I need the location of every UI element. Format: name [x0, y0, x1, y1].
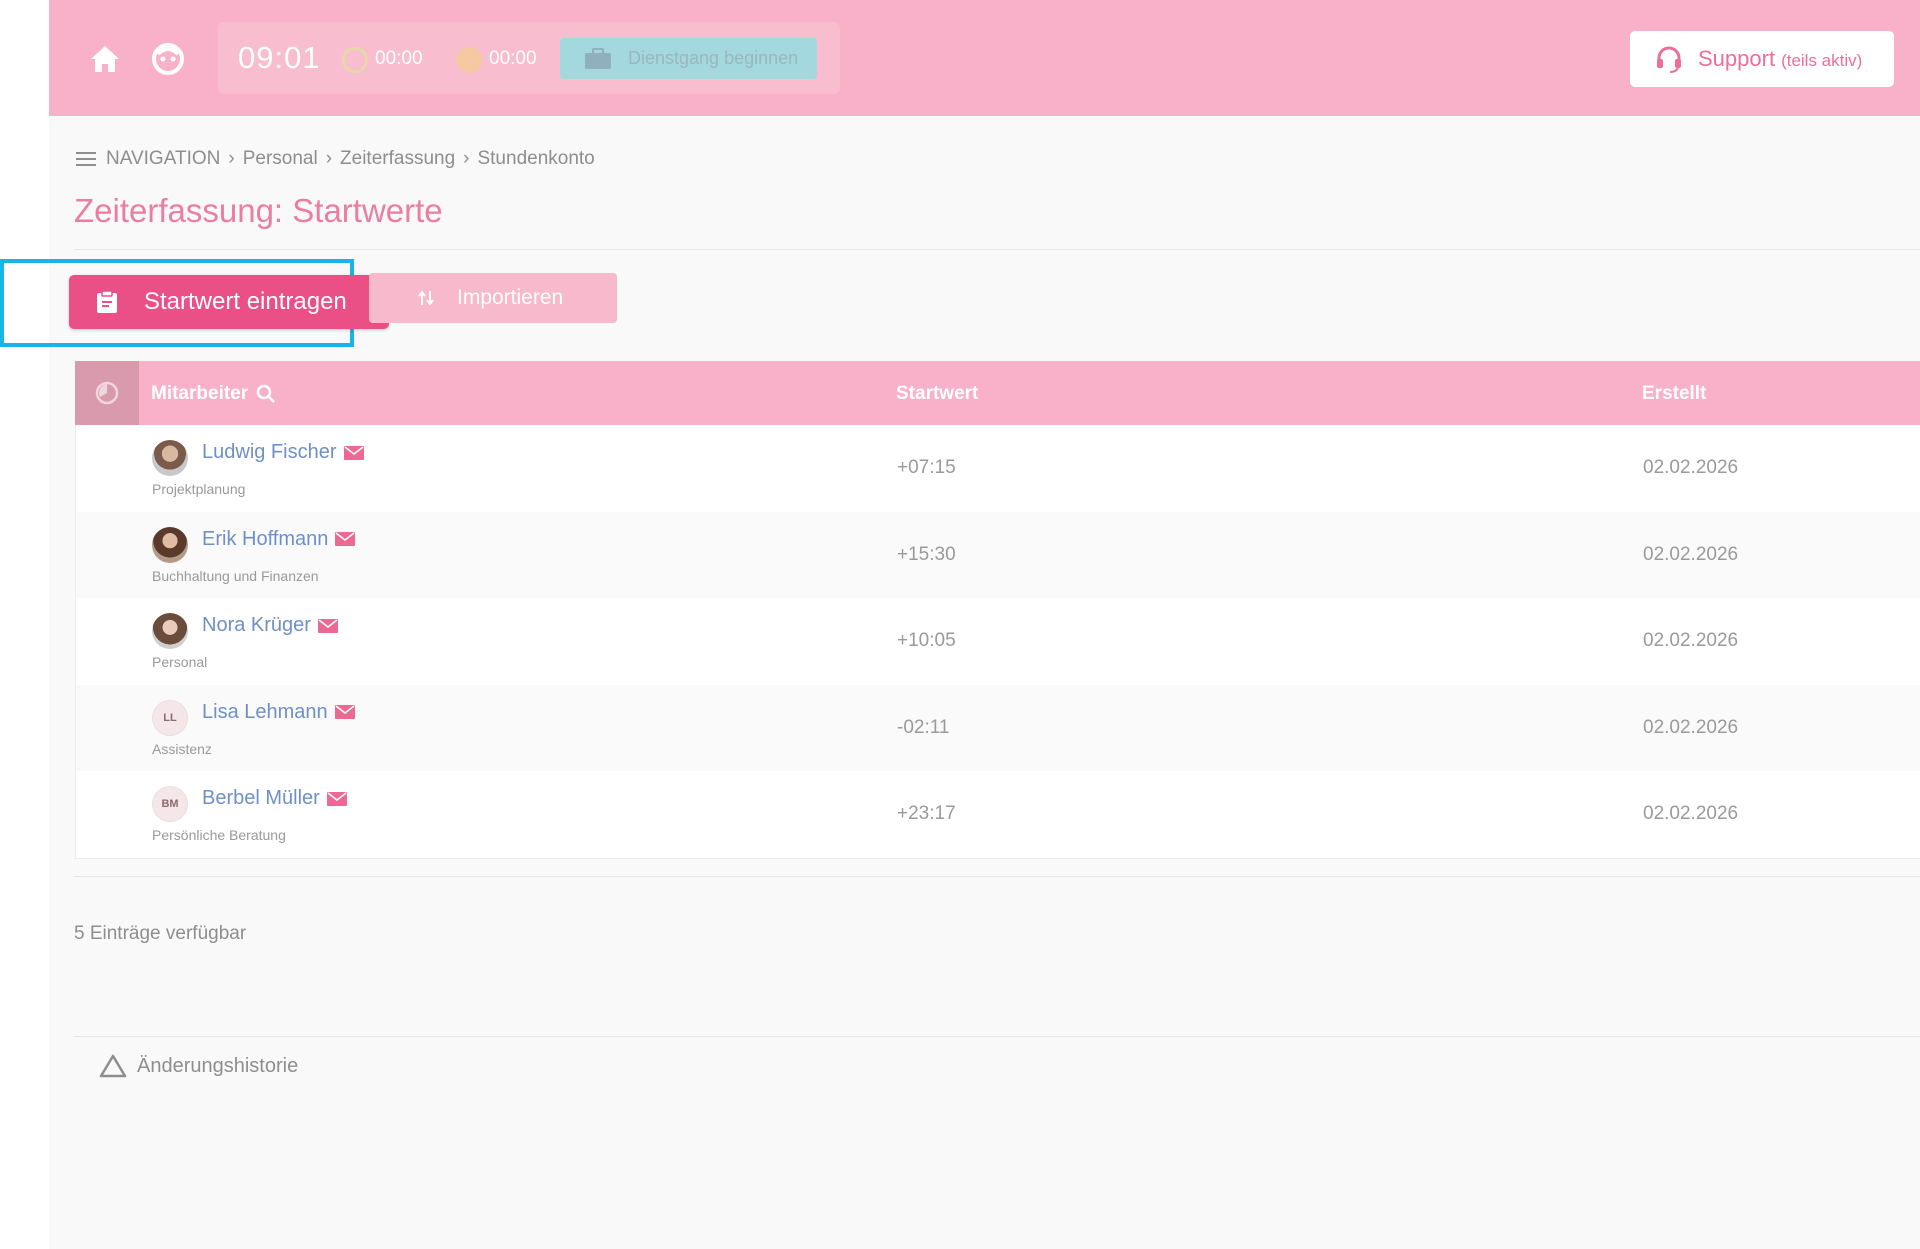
swap-arrows-icon — [418, 290, 434, 306]
avatar — [152, 613, 188, 650]
table-body: Ludwig Fischer Projektplanung +07:15 02.… — [75, 425, 1920, 859]
employee-name: Nora Krüger — [202, 614, 311, 637]
breadcrumb-item-stundenkonto[interactable]: Stundenkonto — [477, 148, 594, 170]
column-header-mitarbeiter-label: Mitarbeiter — [151, 383, 249, 404]
history-label: Änderungshistorie — [137, 1054, 299, 1077]
import-button[interactable]: Importieren — [369, 273, 617, 323]
avatar — [152, 440, 188, 476]
startwert-value: +23:17 — [897, 803, 956, 825]
page-title: Zeiterfassung: Startwerte — [74, 192, 443, 229]
history-toggle[interactable]: Änderungshistorie — [99, 1054, 298, 1078]
mail-icon[interactable] — [334, 705, 355, 720]
column-header-mitarbeiter[interactable]: Mitarbeiter — [151, 383, 276, 405]
column-header-startwert[interactable]: Startwert — [896, 383, 978, 405]
created-date: 02.02.2026 — [1643, 457, 1739, 478]
add-startwert-label: Startwert eintragen — [144, 288, 347, 315]
startwert-value: +15:30 — [897, 543, 956, 565]
created-date: 02.02.2026 — [1643, 630, 1739, 652]
mail-icon[interactable] — [343, 445, 364, 460]
avatar: LL — [152, 699, 188, 736]
work-timer-icon — [342, 47, 368, 73]
divider — [74, 876, 1920, 877]
mail-icon[interactable] — [335, 532, 356, 547]
table-row: Nora Krüger Personal +10:05 02.02.2026 — [76, 598, 1920, 685]
employee-name-link[interactable]: Lisa Lehmann — [202, 701, 355, 724]
startwert-value: +10:05 — [897, 630, 956, 652]
chevron-right-icon: › — [463, 148, 470, 169]
created-date: 02.02.2026 — [1643, 716, 1739, 738]
import-label: Importieren — [457, 286, 564, 309]
support-button[interactable]: Support (teils aktiv) — [1630, 31, 1894, 87]
employee-department: Persönliche Beratung — [152, 827, 286, 844]
headset-icon — [1657, 46, 1681, 73]
add-startwert-button[interactable]: Startwert eintragen — [69, 275, 389, 329]
break-timer-icon — [456, 47, 482, 73]
startwerte-table: Mitarbeiter Startwert Erstellt Ludwig Fi… — [75, 361, 1920, 859]
triangle-icon — [99, 1054, 127, 1078]
entries-count: 5 Einträge verfügbar — [74, 923, 247, 944]
mail-icon[interactable] — [317, 618, 338, 633]
clipboard-icon — [97, 290, 117, 313]
break-timer: 00:00 — [489, 48, 537, 69]
employee-name: Lisa Lehmann — [202, 700, 328, 723]
divider — [74, 1036, 1920, 1037]
top-bar: 09:01 00:00 00:00 Dienstgang beginnen Su… — [49, 0, 1920, 116]
employee-name: Ludwig Fischer — [202, 441, 337, 463]
avatar — [152, 526, 188, 563]
breadcrumb-item-personal[interactable]: Personal — [243, 148, 318, 170]
table-row: Ludwig Fischer Projektplanung +07:15 02.… — [76, 425, 1920, 512]
created-date: 02.02.2026 — [1643, 543, 1739, 565]
employee-name-link[interactable]: Berbel Müller — [202, 787, 347, 810]
employee-name-link[interactable]: Erik Hoffmann — [202, 527, 356, 551]
time-tracking-box: 09:01 00:00 00:00 Dienstgang beginnen — [218, 22, 840, 94]
table-row: Erik Hoffmann Buchhaltung und Finanzen +… — [76, 511, 1920, 599]
employee-department: Buchhaltung und Finanzen — [152, 567, 319, 584]
startwert-value: +07:15 — [897, 457, 956, 478]
employee-department: Assistenz — [152, 740, 212, 757]
breadcrumb-item-navigation[interactable]: NAVIGATION — [106, 148, 220, 170]
table-row: BM Berbel Müller Persönliche Beratung +2… — [76, 771, 1920, 858]
employee-name: Berbel Müller — [202, 787, 320, 810]
mail-icon[interactable] — [326, 791, 347, 806]
created-date: 02.02.2026 — [1643, 803, 1739, 825]
divider — [74, 249, 1920, 250]
table-header: Mitarbeiter Startwert Erstellt — [75, 361, 1920, 425]
current-time: 09:01 — [238, 40, 321, 75]
employee-department: Projektplanung — [152, 481, 246, 497]
home-icon[interactable] — [87, 41, 123, 77]
employee-name-link[interactable]: Ludwig Fischer — [202, 441, 364, 464]
chevron-right-icon: › — [325, 148, 333, 169]
employee-name-link[interactable]: Nora Krüger — [202, 614, 338, 637]
support-status: (teils aktiv) — [1781, 50, 1863, 70]
support-label: Support — [1698, 46, 1776, 71]
briefcase-icon — [585, 47, 611, 69]
search-icon[interactable] — [256, 384, 276, 404]
employee-name: Erik Hoffmann — [202, 527, 329, 550]
table-row: LL Lisa Lehmann Assistenz -02:11 02.02.2… — [76, 684, 1920, 772]
breadcrumb: NAVIGATION › Personal › Zeiterfassung › … — [76, 148, 595, 170]
employee-department: Personal — [152, 654, 208, 671]
work-timer: 00:00 — [375, 48, 423, 69]
avatar: BM — [152, 786, 188, 823]
startwert-value: -02:11 — [897, 716, 950, 738]
dienstgang-button[interactable]: Dienstgang beginnen — [560, 38, 817, 79]
breadcrumb-item-zeiterfassung[interactable]: Zeiterfassung — [340, 148, 455, 170]
chevron-right-icon: › — [228, 148, 235, 169]
column-header-erstellt[interactable]: Erstellt — [1642, 383, 1706, 405]
dienstgang-label: Dienstgang beginnen — [628, 48, 799, 68]
menu-icon[interactable] — [76, 151, 98, 167]
face-icon[interactable] — [150, 41, 186, 77]
clock-icon[interactable] — [75, 361, 139, 425]
app-root: 09:01 00:00 00:00 Dienstgang beginnen Su… — [0, 0, 1920, 1249]
